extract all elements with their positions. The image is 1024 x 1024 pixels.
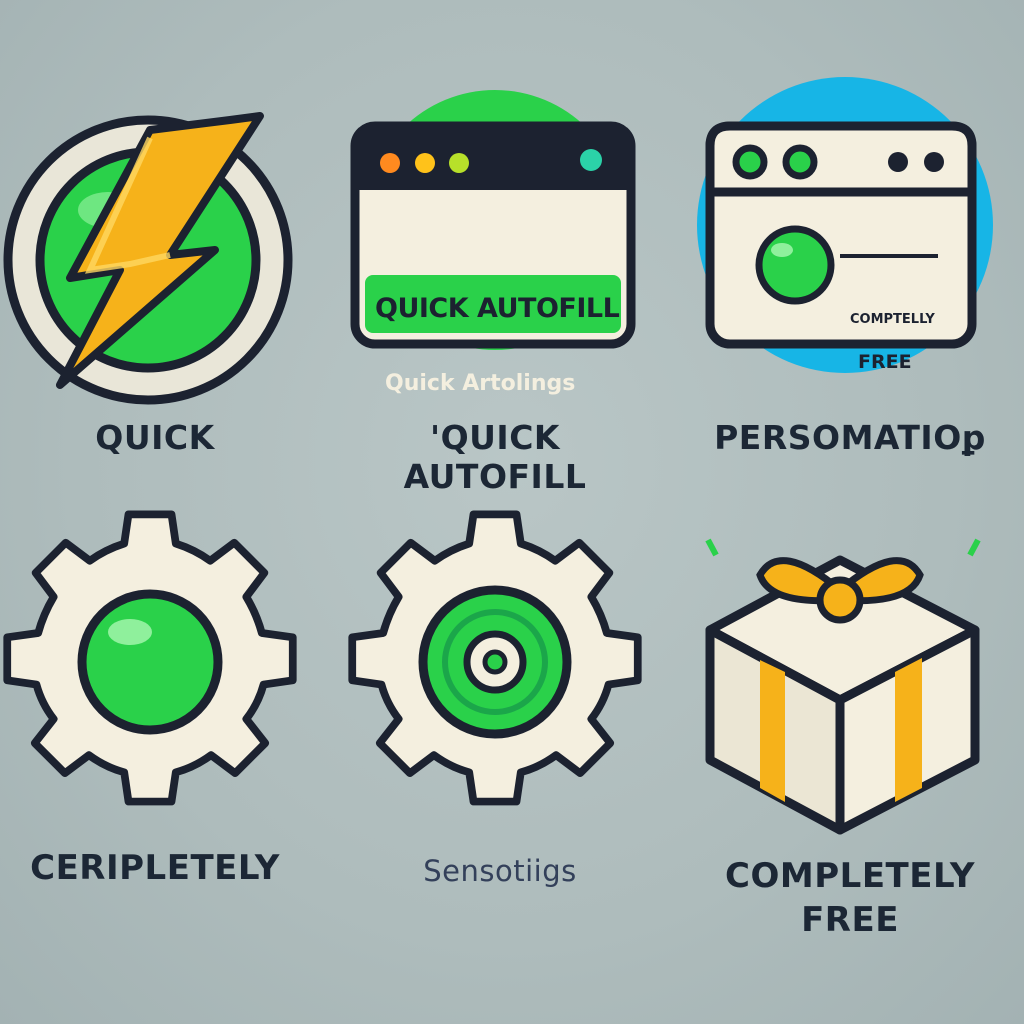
window-line-2: FREE bbox=[858, 351, 912, 373]
tile-caption: 'QUICK AUTOFILL bbox=[403, 418, 587, 496]
tile-quick[interactable]: QUICK bbox=[0, 80, 310, 480]
window-title: QUICK AUTOFILL bbox=[375, 293, 620, 324]
gear-icon bbox=[3, 510, 297, 806]
window-bar-text: Quick Artolings bbox=[385, 371, 576, 396]
tile-personalization[interactable]: COMPTELLY FREE PERSOMATIOꝑ bbox=[690, 77, 1010, 480]
tile-caption-line-2: FREE bbox=[801, 900, 899, 940]
tile-caption: Sensotiigs bbox=[423, 854, 577, 888]
tile-caption: CERIPLETELY bbox=[30, 848, 280, 888]
tile-gift-completely-free[interactable]: COMPLETELY FREE bbox=[690, 520, 1010, 960]
tile-gear-completely[interactable]: CERIPLETELY bbox=[0, 510, 310, 900]
lightning-bolt-icon bbox=[3, 112, 293, 405]
browser-window-icon bbox=[350, 90, 636, 350]
tile-caption: QUICK bbox=[95, 418, 215, 457]
browser-window-icon bbox=[697, 77, 993, 373]
tile-caption: PERSOMATIOꝑ bbox=[714, 418, 986, 457]
tile-gear-settings[interactable]: Sensotiigs bbox=[345, 510, 655, 900]
gear-icon bbox=[348, 510, 642, 806]
tile-quick-autofill[interactable]: QUICK AUTOFILL Quick Artolings 'QUICK AU… bbox=[335, 80, 655, 496]
tile-caption-line-1: COMPLETELY bbox=[725, 856, 975, 896]
window-line-1: COMPTELLY bbox=[850, 312, 935, 327]
gift-box-icon bbox=[705, 538, 981, 835]
